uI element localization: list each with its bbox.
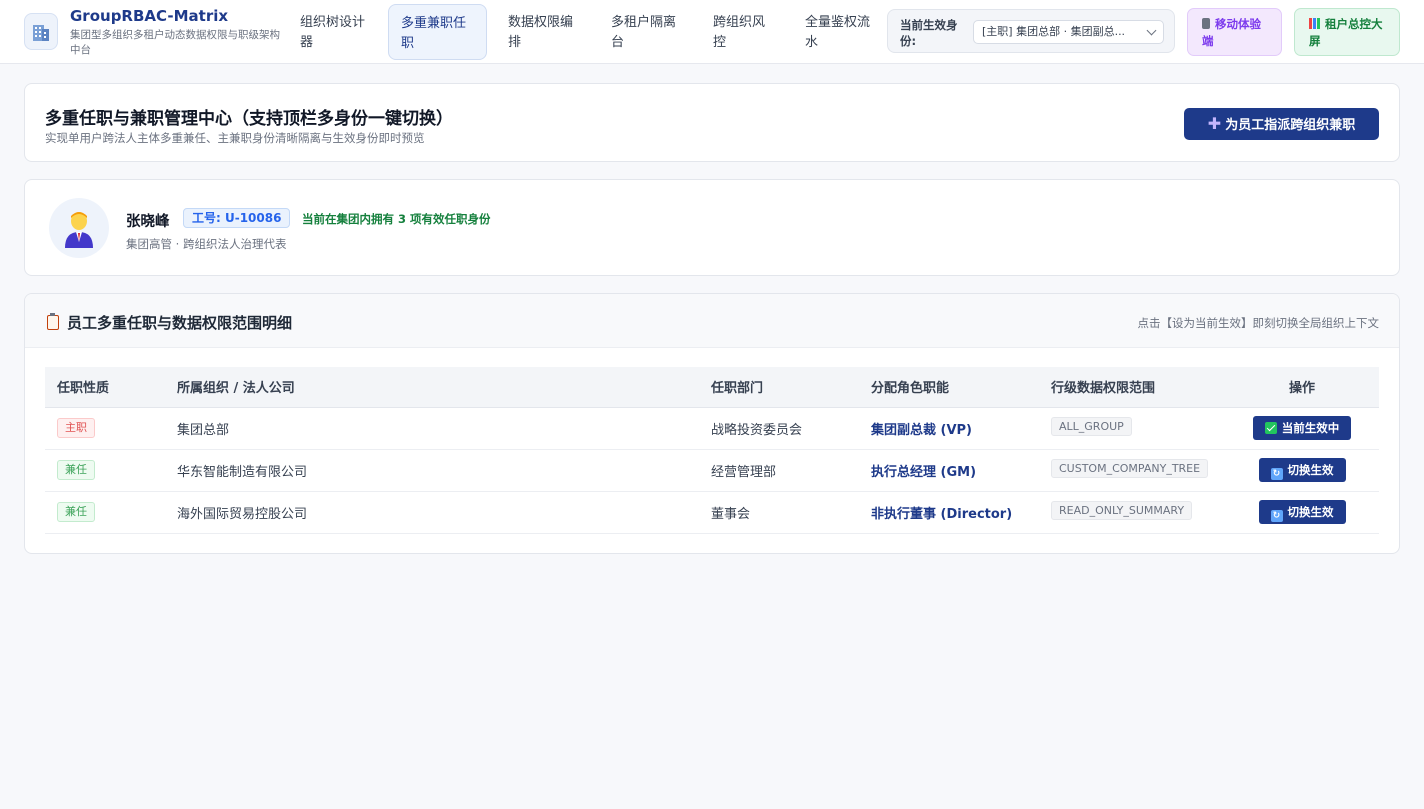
org-name: 集团总部	[165, 407, 699, 450]
switch-active-button[interactable]: ↻ 切换生效	[1258, 500, 1346, 524]
assign-cross-org-position-button[interactable]: ✚ 为员工指派跨组织兼职	[1184, 108, 1379, 140]
position-type-tag: 兼任	[57, 460, 95, 480]
active-identity-label: 当前生效身份:	[900, 18, 958, 48]
user-description: 集团高管 · 跨组织法人治理代表	[126, 237, 287, 251]
mobile-experience-label: 移动体验端	[1202, 17, 1261, 48]
dept-name: 战略投资委员会	[699, 407, 859, 450]
col-header-action: 操作	[1225, 367, 1379, 408]
table-card-title-text: 员工多重任职与数据权限范围明细	[67, 314, 293, 332]
employee-id-badge: 工号: U-10086	[183, 208, 291, 228]
active-identity-select[interactable]: [主职] 集团总部 · 集团副总...	[973, 20, 1164, 44]
nav-tab-tenant-isolation[interactable]: 多租户隔离台	[599, 4, 691, 60]
org-name: 海外国际贸易控股公司	[165, 491, 699, 534]
plus-icon: ✚	[1207, 114, 1222, 133]
col-header-dept: 任职部门	[699, 367, 859, 408]
mobile-phone-icon	[1202, 18, 1210, 29]
page-header-card: 多重任职与兼职管理中心（支持顶栏多身份一键切换） 实现单用户跨法人主体多重兼任、…	[24, 83, 1400, 162]
switch-active-button[interactable]: ↻ 切换生效	[1258, 458, 1346, 482]
col-header-scope: 行级数据权限范围	[1039, 367, 1225, 408]
refresh-icon: ↻	[1270, 468, 1283, 480]
nav-tab-auth-log[interactable]: 全量鉴权流水	[793, 4, 883, 60]
role-name: 集团副总裁 (VP)	[859, 407, 1039, 450]
positions-table-card: 员工多重任职与数据权限范围明细 点击【设为当前生效】即刻切换全局组织上下文 任职…	[24, 293, 1400, 554]
data-scope-tag: CUSTOM_COMPANY_TREE	[1051, 458, 1209, 478]
position-type-tag: 兼任	[57, 502, 95, 522]
hint-suffix: 项有效任职身份	[406, 212, 491, 226]
table-row: 兼任 华东智能制造有限公司 经营管理部 执行总经理 (GM) CUSTOM_CO…	[45, 449, 1379, 492]
assign-button-label: 为员工指派跨组织兼职	[1225, 118, 1356, 133]
page-title: 多重任职与兼职管理中心（支持顶栏多身份一键切换）	[45, 109, 453, 129]
mobile-experience-button[interactable]: 移动体验端	[1187, 8, 1282, 56]
positions-table: 任职性质 所属组织 / 法人公司 任职部门 分配角色职能 行级数据权限范围 操作…	[45, 367, 1379, 534]
nav-tab-cross-org-risk[interactable]: 跨组织风控	[701, 4, 781, 60]
nav-tab-org-tree-designer[interactable]: 组织树设计器	[288, 4, 378, 60]
data-scope-tag: ALL_GROUP	[1051, 416, 1132, 436]
active-positions-hint: 当前在集团内拥有 3 项有效任职身份	[302, 211, 491, 227]
data-scope-tag: READ_ONLY_SUMMARY	[1051, 500, 1193, 520]
table-row: 主职 集团总部 战略投资委员会 集团副总裁 (VP) ALL_GROUP 当前生…	[45, 407, 1379, 450]
app-title: GroupRBAC-Matrix	[70, 7, 229, 25]
nav-tab-multi-position[interactable]: 多重兼职任职	[388, 4, 487, 60]
dept-name: 经营管理部	[699, 449, 859, 492]
bar-chart-icon	[1309, 18, 1320, 29]
position-type-tag: 主职	[57, 418, 95, 438]
active-identity-value: [主职] 集团总部 · 集团副总...	[982, 25, 1126, 38]
businessman-icon	[65, 212, 93, 248]
hint-prefix: 当前在集团内拥有	[302, 212, 399, 226]
table-row: 兼任 海外国际贸易控股公司 董事会 非执行董事 (Director) READ_…	[45, 491, 1379, 534]
active-identity-switcher: 当前生效身份: [主职] 集团总部 · 集团副总...	[887, 9, 1175, 53]
tenant-dashboard-label: 租户总控大屏	[1309, 17, 1383, 48]
action-label: 切换生效	[1287, 505, 1334, 519]
current-active-button[interactable]: 当前生效中	[1252, 416, 1352, 440]
user-name: 张晓峰	[126, 214, 170, 230]
user-profile-card: 张晓峰 工号: U-10086 当前在集团内拥有 3 项有效任职身份 集团高管 …	[24, 179, 1400, 276]
dept-name: 董事会	[699, 491, 859, 534]
col-header-role: 分配角色职能	[859, 367, 1039, 408]
check-icon	[1264, 422, 1277, 434]
table-card-hint: 点击【设为当前生效】即刻切换全局组织上下文	[1137, 316, 1380, 330]
table-header-row: 任职性质 所属组织 / 法人公司 任职部门 分配角色职能 行级数据权限范围 操作	[45, 367, 1379, 408]
avatar	[49, 198, 109, 258]
chevron-down-icon	[1146, 25, 1157, 36]
action-label: 当前生效中	[1281, 421, 1340, 435]
role-name: 执行总经理 (GM)	[859, 449, 1039, 492]
app-subtitle: 集团型多组织多租户动态数据权限与职级架构中台	[70, 29, 280, 56]
nav-tab-data-permission[interactable]: 数据权限编排	[496, 4, 588, 60]
hint-count: 3	[398, 212, 407, 226]
page-subtitle: 实现单用户跨法人主体多重兼任、主兼职身份清晰隔离与生效身份即时预览	[45, 131, 425, 145]
office-building-icon	[24, 13, 58, 50]
role-name: 非执行董事 (Director)	[859, 491, 1039, 534]
action-label: 切换生效	[1287, 463, 1334, 477]
col-header-type: 任职性质	[45, 367, 165, 408]
clipboard-icon	[47, 313, 59, 330]
top-navigation-bar: GroupRBAC-Matrix 集团型多组织多租户动态数据权限与职级架构中台 …	[0, 0, 1424, 64]
tenant-dashboard-button[interactable]: 租户总控大屏	[1294, 8, 1400, 56]
org-name: 华东智能制造有限公司	[165, 449, 699, 492]
refresh-icon: ↻	[1270, 510, 1283, 522]
table-card-title: 员工多重任职与数据权限范围明细	[47, 312, 292, 333]
col-header-org: 所属组织 / 法人公司	[165, 367, 699, 408]
table-card-header: 员工多重任职与数据权限范围明细 点击【设为当前生效】即刻切换全局组织上下文	[25, 294, 1399, 348]
